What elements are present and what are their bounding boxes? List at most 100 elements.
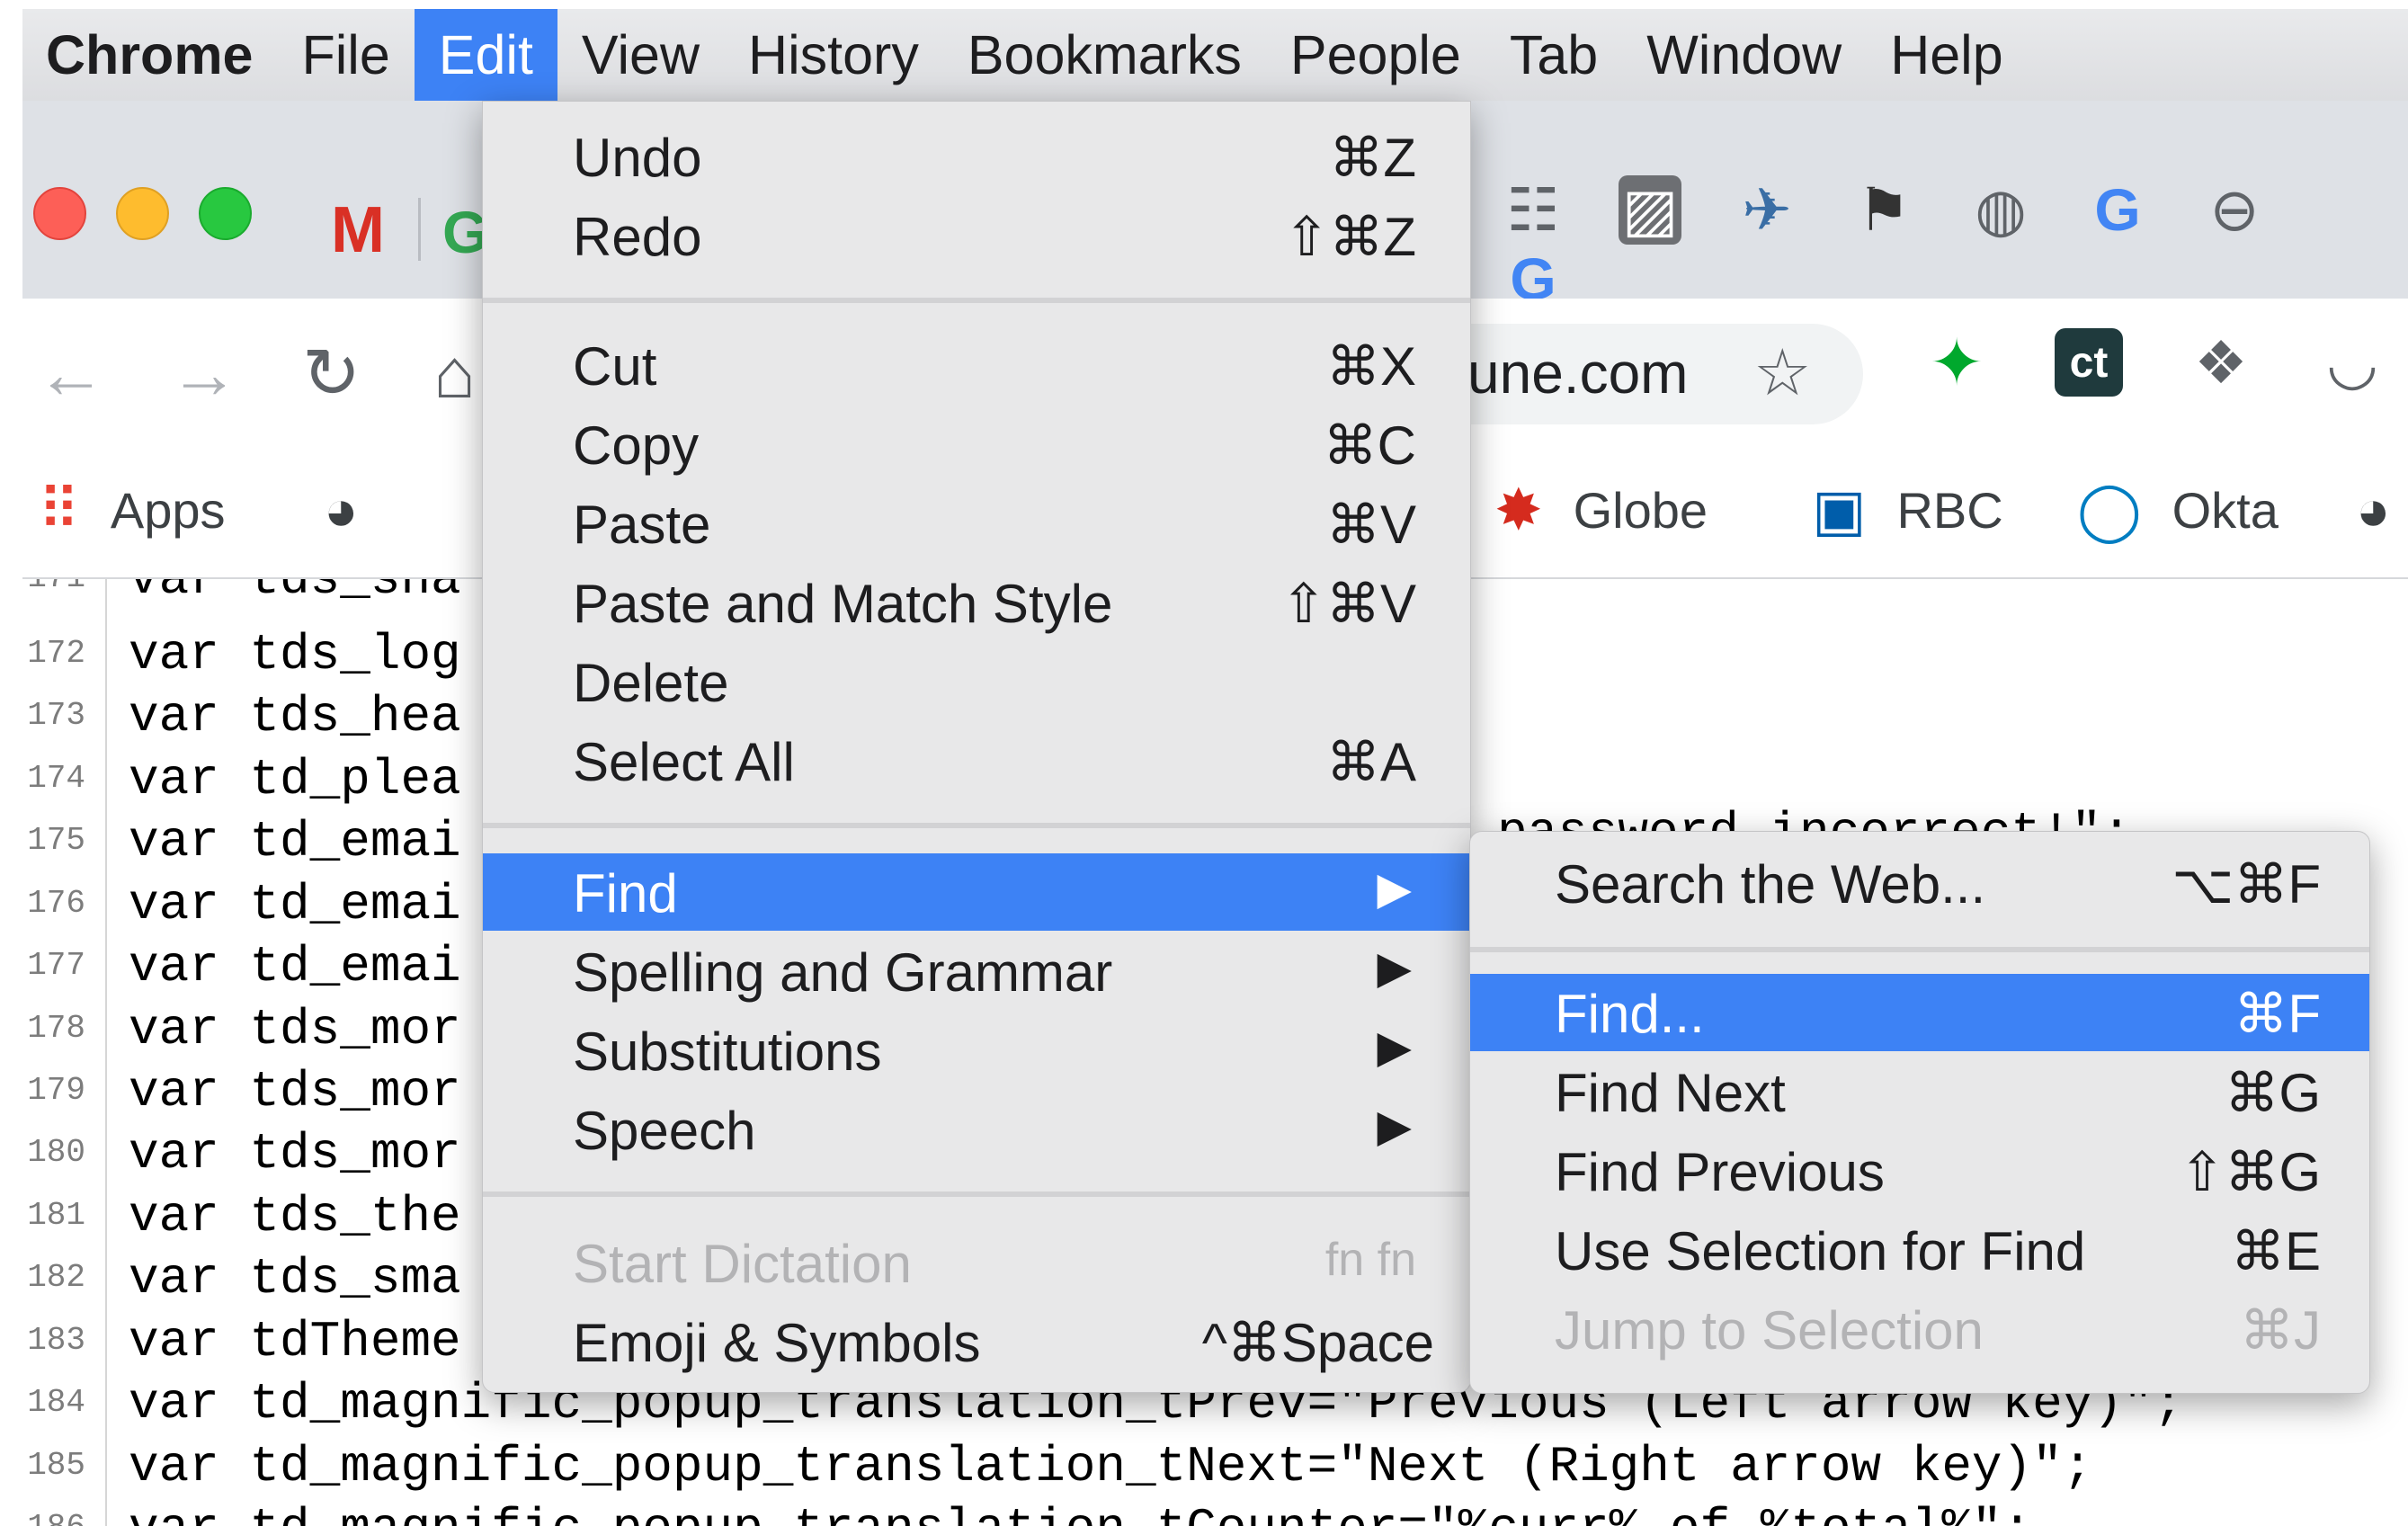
rbc-logo-icon: ▣ (1812, 477, 1867, 542)
menu-view[interactable]: View (557, 9, 724, 101)
line-number: 181 (27, 1197, 85, 1234)
menu-item-shortcut: ⌘E (2230, 1221, 2321, 1281)
zoom-window-button[interactable] (199, 187, 252, 240)
menu-item-label: Select All (573, 732, 795, 792)
menu-file[interactable]: File (277, 9, 414, 101)
line-number: 171 (22, 579, 85, 596)
bookmark-okta[interactable]: ◯ Okta (2077, 477, 2279, 544)
menu-item-label: Search the Web... (1555, 854, 1986, 915)
submenu-arrow-icon: ▶ (1377, 1101, 1412, 1151)
reload-icon[interactable]: ↻ (302, 333, 361, 415)
menu-item-shortcut: ⇧⌘G (2180, 1142, 2321, 1202)
omnibox-url[interactable]: une.com (1467, 340, 1688, 406)
menu-item-shortcut: ⌥⌘F (2172, 854, 2321, 915)
code-line: var td_magnific_popup_translation_tCount… (129, 1500, 2032, 1526)
menu-item-label: Substitutions (573, 1022, 882, 1082)
close-window-button[interactable] (33, 187, 86, 240)
menu-chrome[interactable]: Chrome (22, 9, 277, 101)
menu-help[interactable]: Help (1866, 9, 2027, 101)
bookmark-globe-icon-only-2[interactable]: ◕ (2356, 477, 2408, 543)
list-tab-icon[interactable]: ☷ (1475, 175, 1592, 245)
bookmark-rbc[interactable]: ▣ RBC (1812, 477, 2003, 544)
code-line: var tds_log (129, 626, 461, 683)
menu-window[interactable]: Window (1622, 9, 1866, 101)
menu-item-find-previous[interactable]: Find Previous ⇧⌘G (1470, 1132, 2369, 1209)
menu-item-start-dictation[interactable]: Start Dictation fn fn (483, 1224, 1470, 1301)
menu-item-shortcut: ⌘Z (1329, 128, 1416, 188)
submenu-arrow-icon: ▶ (1377, 863, 1412, 914)
pocket-extension-icon[interactable]: ◡ (2318, 328, 2386, 397)
menu-item-spelling-and-grammar[interactable]: Spelling and Grammar ▶ (483, 933, 1470, 1010)
menu-item-shortcut: ⌘X (1325, 336, 1416, 397)
flag-tab-icon[interactable]: ⚑ (1825, 175, 1942, 245)
menu-item-label: Cut (573, 336, 657, 397)
menu-item-label: Use Selection for Find (1555, 1221, 2086, 1281)
menu-item-shortcut: fn fn (1324, 1234, 1416, 1286)
gmail-tab-icon[interactable]: M (331, 193, 385, 267)
menu-item-find-next[interactable]: Find Next ⌘G (1470, 1053, 2369, 1130)
menu-item-search-the-web[interactable]: Search the Web... ⌥⌘F (1470, 844, 2369, 922)
dropbox-extension-icon[interactable]: ❖ (2187, 328, 2255, 397)
globe-tab-icon[interactable]: ◍ (1942, 175, 2059, 245)
menu-history[interactable]: History (724, 9, 943, 101)
tab-divider (418, 198, 421, 261)
planet-tab-icon[interactable]: ⊖ (2176, 175, 2293, 245)
menu-item-jump-to-selection[interactable]: Jump to Selection ⌘J (1470, 1290, 2369, 1368)
bookmark-rbc-label: RBC (1896, 482, 2003, 539)
back-arrow-icon[interactable]: ← (36, 333, 106, 415)
menu-item-select-all[interactable]: Select All ⌘A (483, 722, 1470, 799)
line-number: 186 (22, 1509, 85, 1526)
menu-item-substitutions[interactable]: Substitutions ▶ (483, 1012, 1470, 1089)
menu-item-undo[interactable]: Undo ⌘Z (483, 118, 1470, 195)
menu-item-paste-and-match-style[interactable]: Paste and Match Style ⇧⌘V (483, 564, 1470, 641)
menu-item-label: Redo (573, 207, 702, 267)
menu-item-use-selection-for-find[interactable]: Use Selection for Find ⌘E (1470, 1211, 2369, 1289)
menu-people[interactable]: People (1266, 9, 1485, 101)
tab-icons-strip: ☷ ▨ ✈ ⚑ ◍ G ⊖G (1475, 175, 2408, 313)
minimize-window-button[interactable] (116, 187, 169, 240)
menu-item-label: Delete (573, 653, 729, 713)
menu-item-copy[interactable]: Copy ⌘C (483, 406, 1470, 483)
menu-tab[interactable]: Tab (1485, 9, 1622, 101)
code-line: var tds_hea (129, 688, 461, 745)
globe-icon: ◕ (2356, 477, 2391, 542)
bookmark-star-icon[interactable]: ☆ (1753, 335, 1812, 410)
line-number: 175 (27, 822, 85, 859)
bird-tab-icon[interactable]: ✈ (1708, 175, 1825, 245)
menu-item-cut[interactable]: Cut ⌘X (483, 326, 1470, 404)
menu-item-label: Find... (1555, 984, 1705, 1044)
forward-arrow-icon[interactable]: → (169, 333, 239, 415)
code-line: var td_magnific_popup_translation_tNext=… (129, 1438, 2093, 1495)
menu-item-emoji-and-symbols[interactable]: Emoji & Symbols ^⌘Space (483, 1303, 1470, 1380)
ct-extension-icon[interactable]: ct (2055, 328, 2123, 397)
submenu-arrow-icon: ▶ (1377, 1022, 1412, 1072)
code-line: var tds_mor (129, 1001, 461, 1058)
home-icon[interactable]: ⌂ (433, 333, 476, 415)
line-number: 174 (27, 760, 85, 797)
menu-bookmarks[interactable]: Bookmarks (943, 9, 1266, 101)
menu-item-delete[interactable]: Delete (483, 643, 1470, 720)
code-line: var tds_sma (129, 1250, 461, 1307)
menu-item-shortcut: ⌘G (2225, 1063, 2321, 1123)
google-tab-icon-2[interactable]: G (2059, 175, 2176, 244)
menu-separator (1470, 947, 2369, 952)
menu-item-find-dialog[interactable]: Find... ⌘F (1470, 974, 2369, 1051)
evernote-extension-icon[interactable]: ✦ (1922, 327, 1991, 399)
menu-item-label: Undo (573, 128, 702, 188)
menu-item-label: Find Next (1555, 1063, 1786, 1123)
bookmark-globe-icon-only[interactable]: ◕ (324, 477, 389, 543)
menu-item-paste[interactable]: Paste ⌘V (483, 485, 1470, 562)
line-number: 182 (27, 1259, 85, 1296)
menu-item-find[interactable]: Find ▶ (483, 853, 1470, 931)
menu-edit[interactable]: Edit (414, 9, 557, 101)
menu-item-label: Paste and Match Style (573, 574, 1113, 634)
striped-tab-icon[interactable]: ▨ (1619, 175, 1681, 245)
bookmark-okta-label: Okta (2172, 482, 2279, 539)
menu-item-label: Emoji & Symbols (573, 1313, 981, 1373)
menu-item-redo[interactable]: Redo ⇧⌘Z (483, 197, 1470, 274)
line-number: 172 (27, 635, 85, 672)
bookmark-apps[interactable]: ⠿ Apps (38, 477, 226, 544)
menu-item-speech[interactable]: Speech ▶ (483, 1091, 1470, 1168)
bookmark-globe[interactable]: ✸ Globe (1494, 477, 1708, 544)
okta-logo-icon: ◯ (2077, 477, 2142, 542)
